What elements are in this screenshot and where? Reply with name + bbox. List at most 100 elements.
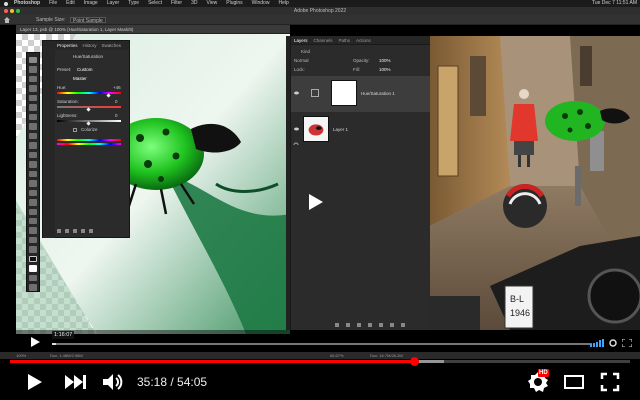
pen-tool-icon[interactable]	[29, 189, 37, 197]
lightness-value[interactable]: 0	[115, 113, 118, 118]
embedded-settings-icon[interactable]	[608, 339, 618, 347]
video-progress-bar[interactable]	[10, 357, 630, 366]
layer-mask-thumbnail[interactable]	[331, 80, 357, 106]
embedded-progress-track[interactable]	[52, 343, 592, 345]
volume-icon[interactable]	[100, 370, 124, 394]
quick-mask-icon[interactable]	[29, 274, 37, 282]
eraser-tool-icon[interactable]	[29, 151, 37, 159]
more-tools-icon[interactable]	[29, 246, 37, 253]
fill-value[interactable]: 100%	[379, 67, 391, 72]
clip-to-layer-icon[interactable]	[57, 229, 61, 233]
menu-item-3d[interactable]: 3D	[191, 0, 197, 7]
lasso-tool-icon[interactable]	[29, 75, 37, 83]
delete-adjustment-icon[interactable]	[89, 229, 93, 233]
time-display: 35:18 / 54:05	[137, 374, 207, 390]
visibility-icon[interactable]	[81, 229, 85, 233]
blur-tool-icon[interactable]	[29, 170, 37, 178]
preset-select[interactable]: Custom	[77, 67, 93, 72]
lightness-slider-knob[interactable]	[86, 121, 91, 126]
foreground-color-swatch[interactable]	[29, 255, 37, 263]
link-layers-icon[interactable]	[293, 142, 299, 148]
quick-select-tool-icon[interactable]	[29, 85, 37, 92]
group-icon[interactable]	[379, 323, 383, 327]
menu-item-help[interactable]: Help	[278, 0, 288, 7]
zoom-tool-icon[interactable]	[29, 236, 37, 244]
gradient-tool-icon[interactable]	[29, 161, 37, 168]
menu-item-layer[interactable]: Layer	[107, 0, 120, 7]
trash-icon[interactable]	[401, 323, 405, 327]
next-icon[interactable]	[62, 370, 88, 394]
tab-layers[interactable]: Layers	[294, 36, 308, 44]
scrubber-handle[interactable]	[410, 357, 420, 366]
adjustment-icon[interactable]	[368, 323, 372, 327]
path-select-tool-icon[interactable]	[29, 208, 37, 215]
dodge-tool-icon[interactable]	[29, 180, 37, 187]
sample-size-select[interactable]: Point Sample	[70, 17, 106, 24]
background-color-swatch[interactable]	[29, 265, 37, 272]
visibility-eye-icon[interactable]	[294, 91, 299, 95]
layer-thumbnail[interactable]	[303, 116, 329, 142]
menu-item-edit[interactable]: Edit	[66, 0, 75, 7]
alley-photo[interactable]: B-L 1946	[430, 36, 640, 330]
fx-icon[interactable]	[346, 323, 350, 327]
hue-slider-knob[interactable]	[106, 93, 111, 98]
opacity-value[interactable]: 100%	[379, 58, 391, 63]
healing-tool-icon[interactable]	[29, 113, 37, 121]
menu-item-type[interactable]: Type	[128, 0, 139, 7]
visibility-eye-icon[interactable]	[294, 127, 299, 131]
saturation-value[interactable]: 0	[115, 99, 118, 104]
blend-mode-select[interactable]: Normal	[294, 58, 309, 63]
menu-item-image[interactable]: Image	[84, 0, 98, 7]
menu-item-window[interactable]: Window	[252, 0, 270, 7]
crop-tool-icon[interactable]	[29, 94, 37, 102]
tab-swatches[interactable]: Swatches	[102, 41, 122, 50]
hand-tool-icon[interactable]	[29, 227, 37, 234]
tab-actions[interactable]: Actions	[356, 36, 371, 44]
eyedropper-tool-icon[interactable]	[29, 104, 37, 111]
fullscreen-icon[interactable]	[598, 370, 622, 394]
layer-row[interactable]: Layer 1	[291, 112, 431, 148]
layer-row[interactable]: Hue/Saturation 1	[291, 76, 431, 112]
move-tool-icon[interactable]	[29, 57, 37, 64]
home-icon[interactable]	[4, 17, 10, 23]
hue-slider[interactable]	[57, 92, 121, 94]
apple-icon[interactable]	[4, 1, 8, 6]
marquee-tool-icon[interactable]	[29, 66, 37, 73]
reset-icon[interactable]	[73, 229, 77, 233]
layer-name[interactable]: Hue/Saturation 1	[361, 91, 395, 96]
embedded-fullscreen-icon[interactable]	[622, 339, 632, 347]
center-play-icon[interactable]	[306, 193, 324, 211]
menu-item-select[interactable]: Select	[148, 0, 162, 7]
play-icon[interactable]	[22, 370, 46, 394]
screen-mode-icon[interactable]	[29, 284, 37, 291]
type-tool-icon[interactable]	[29, 199, 37, 206]
menu-item-filter[interactable]: Filter	[171, 0, 182, 7]
saturation-slider-knob[interactable]	[86, 107, 91, 112]
document-tab[interactable]: Layer 13, psb @ 100% (Hue/Saturation 1, …	[16, 25, 290, 34]
embedded-play-icon[interactable]	[29, 336, 41, 348]
theater-mode-icon[interactable]	[562, 370, 586, 394]
history-brush-tool-icon[interactable]	[29, 142, 37, 149]
embedded-volume-icon[interactable]	[590, 339, 604, 347]
kind-filter-label[interactable]: Kind	[301, 49, 310, 54]
tab-history[interactable]: History	[83, 41, 97, 50]
layer-name[interactable]: Layer 1	[333, 127, 348, 132]
view-previous-icon[interactable]	[65, 229, 69, 233]
stamp-tool-icon[interactable]	[29, 132, 37, 140]
add-mask-icon[interactable]	[357, 323, 361, 327]
colorize-checkbox[interactable]	[73, 128, 77, 132]
menu-item-plugins[interactable]: Plugins	[226, 0, 242, 7]
link-icon[interactable]	[335, 323, 339, 327]
new-layer-icon[interactable]	[390, 323, 394, 327]
menu-item-view[interactable]: View	[207, 0, 218, 7]
hue-value[interactable]: +46	[113, 85, 121, 90]
video-player[interactable]: Photoshop File Edit Image Layer Type Sel…	[0, 0, 640, 400]
tab-channels[interactable]: Channels	[314, 36, 333, 44]
tab-paths[interactable]: Paths	[339, 36, 351, 44]
shape-tool-icon[interactable]	[29, 217, 37, 225]
channel-select[interactable]: Master	[73, 76, 87, 81]
brush-tool-icon[interactable]	[29, 123, 37, 130]
menu-app-name[interactable]: Photoshop	[14, 0, 40, 7]
menu-item-file[interactable]: File	[49, 0, 57, 7]
tab-properties[interactable]: Properties	[57, 41, 78, 50]
